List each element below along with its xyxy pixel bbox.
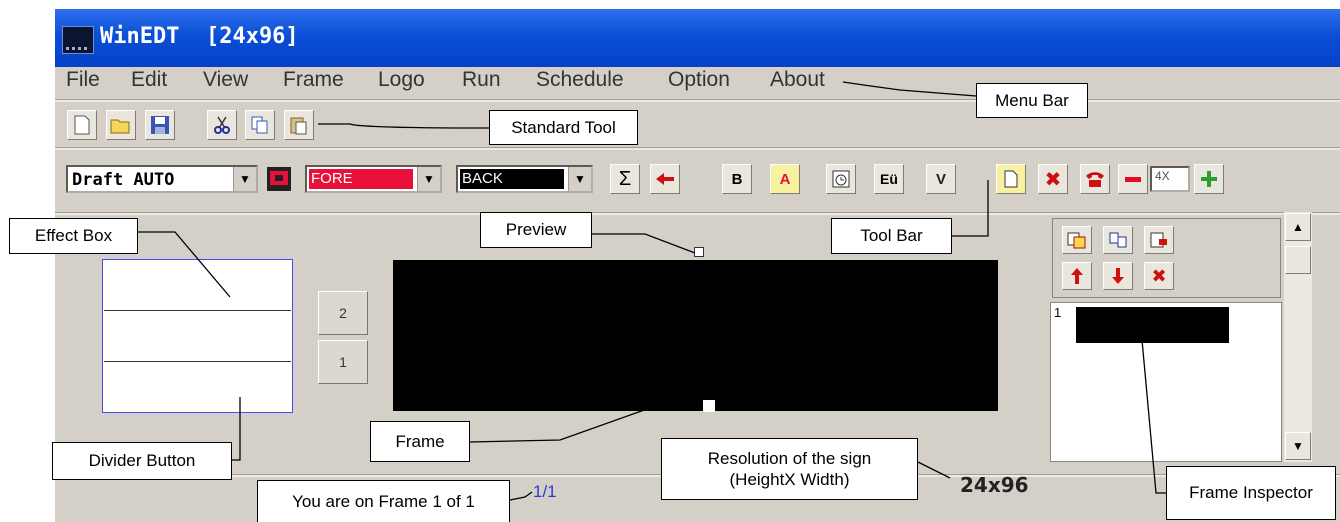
callout-menu-bar: Menu Bar xyxy=(976,83,1088,118)
callout-preview: Preview xyxy=(480,212,592,248)
callout-frame-inspector: Frame Inspector xyxy=(1166,466,1336,520)
callout-divider-button: Divider Button xyxy=(52,442,232,480)
callout-standard-tool: Standard Tool xyxy=(489,110,638,145)
callout-frame-position: You are on Frame 1 of 1 xyxy=(257,480,510,522)
callout-resolution-line2: (HeightX Width) xyxy=(729,470,850,489)
callout-tool-bar: Tool Bar xyxy=(831,218,952,254)
callout-effect-box: Effect Box xyxy=(9,218,138,254)
callout-resolution: Resolution of the sign (HeightX Width) xyxy=(661,438,918,500)
callout-resolution-line1: Resolution of the sign xyxy=(707,448,872,468)
callout-frame: Frame xyxy=(370,421,470,462)
